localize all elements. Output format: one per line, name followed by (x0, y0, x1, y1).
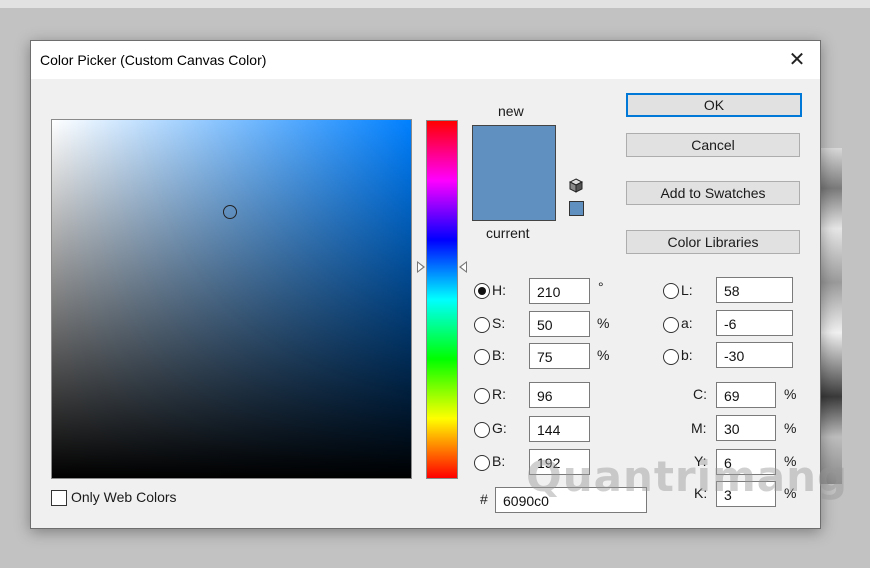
saturation-unit: % (597, 315, 610, 331)
add-to-swatches-button[interactable]: Add to Swatches (626, 181, 800, 205)
cyan-unit: % (784, 386, 797, 402)
radio-hue[interactable] (474, 283, 490, 299)
hue-label: H: (492, 282, 506, 298)
green-input[interactable]: 144 (529, 416, 590, 442)
color-preview (472, 125, 556, 221)
radio-b-lab[interactable] (663, 349, 679, 365)
hue-slider[interactable] (426, 120, 458, 479)
new-color-swatch (473, 126, 555, 173)
red-input[interactable]: 96 (529, 382, 590, 408)
hue-input[interactable]: 210 (529, 278, 590, 304)
hue-slider-left-handle[interactable] (417, 261, 425, 273)
brightness-label: B: (492, 347, 506, 363)
a-label: a: (681, 315, 693, 331)
hex-label: # (480, 491, 488, 507)
cube-icon[interactable] (569, 178, 583, 193)
b-lab-input[interactable]: -30 (716, 342, 793, 368)
color-libraries-button[interactable]: Color Libraries (626, 230, 800, 254)
ok-button[interactable]: OK (626, 93, 802, 117)
brightness-unit: % (597, 347, 610, 363)
radio-blue[interactable] (474, 455, 490, 471)
brightness-input[interactable]: 75 (529, 343, 590, 369)
cancel-button[interactable]: Cancel (626, 133, 800, 157)
a-input[interactable]: -6 (716, 310, 793, 336)
cyan-label: C: (693, 386, 707, 402)
b-lab-label: b: (681, 347, 693, 363)
saturation-input[interactable]: 50 (529, 311, 590, 337)
radio-red[interactable] (474, 388, 490, 404)
current-color-swatch[interactable] (473, 173, 555, 220)
blue-label: B: (492, 453, 506, 469)
magenta-label: M: (691, 420, 707, 436)
hue-slider-right-handle[interactable] (459, 261, 467, 273)
radio-saturation[interactable] (474, 317, 490, 333)
lightness-label: L: (681, 282, 693, 298)
new-label: new (498, 103, 524, 119)
watermark: Quantrimang (526, 452, 849, 501)
magenta-input[interactable]: 30 (716, 415, 776, 441)
only-web-colors-label[interactable]: Only Web Colors (71, 489, 177, 505)
red-label: R: (492, 386, 506, 402)
hue-unit: ° (598, 279, 604, 295)
current-label: current (486, 225, 530, 241)
lightness-input[interactable]: 58 (716, 277, 793, 303)
radio-green[interactable] (474, 422, 490, 438)
color-picker-circle[interactable] (223, 205, 237, 219)
color-field[interactable] (51, 119, 412, 479)
title-bar: Color Picker (Custom Canvas Color) ✕ (31, 41, 820, 79)
only-web-colors-checkbox[interactable] (51, 490, 67, 506)
green-label: G: (492, 420, 507, 436)
magenta-unit: % (784, 420, 797, 436)
cyan-input[interactable]: 69 (716, 382, 776, 408)
radio-a[interactable] (663, 317, 679, 333)
background-strip (0, 0, 870, 8)
websafe-swatch-icon[interactable] (569, 201, 584, 216)
radio-brightness[interactable] (474, 349, 490, 365)
radio-lightness[interactable] (663, 283, 679, 299)
saturation-label: S: (492, 315, 506, 331)
close-icon[interactable]: ✕ (774, 41, 820, 79)
window-title: Color Picker (Custom Canvas Color) (40, 52, 267, 68)
